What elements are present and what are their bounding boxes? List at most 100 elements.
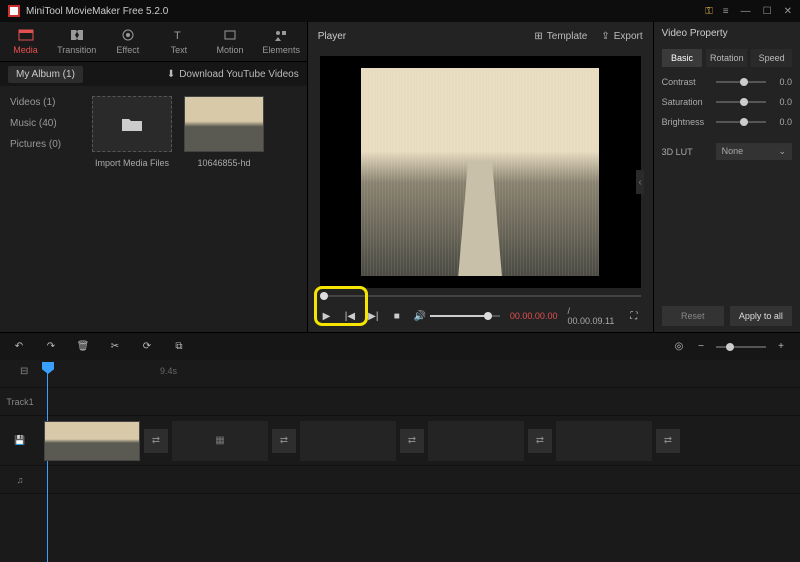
tab-media[interactable]: Media — [0, 22, 51, 61]
export-icon: ⇪ — [601, 31, 609, 42]
media-panel: Media Transition Effect TText Motion Ele… — [0, 22, 307, 332]
close-button[interactable]: ✕ — [784, 6, 792, 17]
prev-frame-button[interactable]: |◀ — [343, 311, 356, 322]
empty-slot[interactable] — [556, 421, 652, 461]
template-button[interactable]: ⊞Template — [534, 31, 587, 42]
app-logo-icon — [8, 5, 20, 17]
volume-icon: 🔊 — [413, 311, 425, 322]
time-current: 00.00.00.00 — [510, 311, 558, 321]
tab-transition[interactable]: Transition — [51, 22, 102, 61]
key-icon[interactable]: ⚿ — [705, 6, 713, 17]
player-title: Player — [318, 31, 521, 42]
storyboard-icon[interactable]: ⊟ — [20, 366, 34, 380]
contrast-slider[interactable] — [716, 81, 766, 83]
transition-slot[interactable]: ⇄ — [400, 429, 424, 453]
text-icon: T — [171, 28, 187, 42]
contrast-row: Contrast 0.0 — [662, 77, 792, 87]
album-label[interactable]: My Album (1) — [8, 66, 83, 83]
stop-button[interactable]: ■ — [390, 311, 403, 322]
fullscreen-button[interactable]: ⛶ — [627, 311, 640, 322]
player-viewport[interactable] — [320, 56, 641, 288]
media-icon — [18, 28, 34, 42]
tab-effect[interactable]: Effect — [102, 22, 153, 61]
minimize-button[interactable]: — — [741, 6, 751, 17]
time-duration: / 00.00.09.11 — [567, 306, 617, 326]
tab-motion[interactable]: Motion — [205, 22, 256, 61]
property-panel: Video Property Basic Rotation Speed Cont… — [654, 22, 800, 332]
fit-button[interactable]: ◎ — [672, 341, 686, 352]
empty-slot[interactable]: ▦ — [172, 421, 268, 461]
crop-button[interactable]: ⧉ — [172, 341, 186, 352]
zoom-slider[interactable] — [716, 346, 766, 348]
zoom-out-button[interactable]: − — [694, 341, 708, 352]
empty-slot[interactable] — [300, 421, 396, 461]
track-label-row: Track1 — [0, 388, 800, 416]
audio-track-icon: ♫ — [0, 475, 40, 485]
next-frame-button[interactable]: ▶| — [367, 311, 380, 322]
empty-slot[interactable] — [428, 421, 524, 461]
transition-icon — [69, 28, 85, 42]
chevron-down-icon: ⌄ — [778, 146, 786, 157]
cat-music[interactable]: Music (40) — [0, 113, 82, 134]
transition-slot[interactable]: ⇄ — [656, 429, 680, 453]
maximize-button[interactable]: ☐ — [763, 6, 772, 17]
download-icon: ⬇ — [167, 69, 175, 80]
timeline-toolbar: ↶ ↷ 🗑 ✂ ⟳ ⧉ ◎ − + — [0, 332, 800, 360]
preview-image — [361, 68, 598, 277]
brightness-row: Brightness 0.0 — [662, 117, 792, 127]
track1-label: Track1 — [0, 397, 40, 407]
elements-icon — [273, 28, 289, 42]
clip-thumbnail — [184, 96, 264, 152]
play-button[interactable]: ▶ — [320, 311, 333, 322]
import-media-tile[interactable]: Import Media Files — [92, 96, 172, 168]
property-title: Video Property — [662, 28, 792, 39]
undo-button[interactable]: ↶ — [12, 341, 26, 352]
folder-icon — [92, 96, 172, 152]
template-icon: ⊞ — [534, 31, 542, 42]
zoom-in-button[interactable]: + — [774, 341, 788, 352]
effect-icon — [120, 28, 136, 42]
prop-tab-rotation[interactable]: Rotation — [706, 49, 747, 67]
export-button[interactable]: ⇪Export — [601, 31, 642, 42]
tab-text[interactable]: TText — [153, 22, 204, 61]
motion-icon — [222, 28, 238, 42]
tab-elements[interactable]: Elements — [256, 22, 307, 61]
lut-select[interactable]: None⌄ — [716, 143, 792, 160]
ruler-tick: 9.4s — [160, 366, 177, 376]
download-youtube-button[interactable]: ⬇Download YouTube Videos — [167, 69, 299, 80]
toolbar-tabs: Media Transition Effect TText Motion Ele… — [0, 22, 307, 62]
brightness-slider[interactable] — [716, 121, 766, 123]
library-grid: Import Media Files 10646855-hd — [82, 86, 307, 332]
cat-videos[interactable]: Videos (1) — [0, 92, 82, 113]
transition-slot[interactable]: ⇄ — [528, 429, 552, 453]
playhead-marker[interactable] — [42, 362, 54, 374]
svg-text:T: T — [174, 30, 181, 42]
media-clip-tile[interactable]: 10646855-hd — [184, 96, 264, 168]
audio-track[interactable]: ♫ — [0, 466, 800, 494]
prop-tab-speed[interactable]: Speed — [751, 49, 792, 67]
reset-button[interactable]: Reset — [662, 306, 724, 326]
speed-button[interactable]: ⟳ — [140, 341, 154, 352]
lut-row: 3D LUT None⌄ — [662, 143, 792, 160]
transition-slot[interactable]: ⇄ — [144, 429, 168, 453]
player-panel: Player ⊞Template ⇪Export ▶ |◀ ▶| ■ 🔊 00.… — [307, 22, 654, 332]
timeline-ruler[interactable]: ⊟ 9.4s — [0, 360, 800, 388]
volume-control[interactable]: 🔊 — [413, 311, 499, 322]
player-controls: ▶ |◀ ▶| ■ 🔊 00.00.00.00 / 00.00.09.11 ⛶ — [308, 288, 653, 332]
saturation-row: Saturation 0.0 — [662, 97, 792, 107]
redo-button[interactable]: ↷ — [44, 341, 58, 352]
video-track[interactable]: 💾 ⇄ ▦ ⇄ ⇄ ⇄ ⇄ — [0, 416, 800, 466]
cat-pictures[interactable]: Pictures (0) — [0, 134, 82, 155]
video-track-icon: 💾 — [0, 435, 40, 446]
prop-tab-basic[interactable]: Basic — [662, 49, 703, 67]
timeline-clip[interactable] — [44, 421, 140, 461]
split-button[interactable]: ✂ — [108, 341, 122, 352]
menu-icon[interactable]: ≡ — [723, 6, 729, 17]
delete-button[interactable]: 🗑 — [76, 341, 90, 352]
saturation-slider[interactable] — [716, 101, 766, 103]
transition-slot[interactable]: ⇄ — [272, 429, 296, 453]
scrub-bar[interactable] — [320, 292, 641, 300]
timeline: ⊟ 9.4s Track1 💾 ⇄ ▦ ⇄ ⇄ ⇄ ⇄ ♫ — [0, 360, 800, 494]
panel-collapse-handle[interactable]: ‹ — [636, 170, 644, 194]
apply-all-button[interactable]: Apply to all — [730, 306, 792, 326]
